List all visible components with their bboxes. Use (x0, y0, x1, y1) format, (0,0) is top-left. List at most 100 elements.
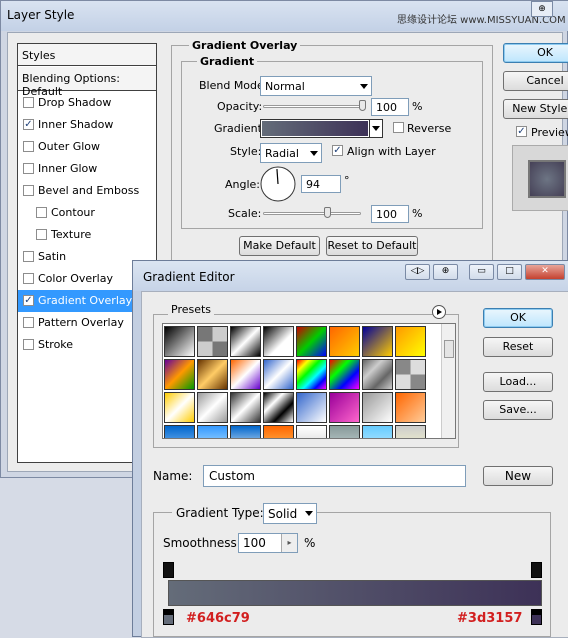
layer-style-titlebar[interactable]: Layer Style 思缘设计论坛 www.MISSYUAN.COM ⊕ (1, 1, 568, 31)
preset-swatch[interactable] (395, 392, 426, 423)
gradient-type-dropdown[interactable]: Solid (263, 503, 317, 524)
preset-swatch[interactable] (263, 425, 294, 438)
angle-input[interactable]: 94 (301, 175, 341, 193)
preset-swatch[interactable] (164, 425, 195, 438)
angle-dial[interactable] (259, 165, 297, 203)
opacity-slider-thumb[interactable] (359, 100, 366, 111)
style-item[interactable]: Inner Glow (18, 158, 156, 180)
smoothness-input[interactable]: 100 ▸ (238, 533, 298, 553)
style-item-checkbox[interactable] (23, 317, 34, 328)
cancel-button[interactable]: Cancel (503, 71, 568, 91)
scale-input[interactable]: 100 (371, 205, 409, 223)
ok-button[interactable]: OK (503, 43, 568, 63)
ge-save-button[interactable]: Save... (483, 400, 553, 420)
preset-swatch[interactable] (263, 326, 294, 357)
title-button[interactable]: ⊕ (433, 264, 458, 280)
preview-checkbox[interactable]: ✓ (516, 126, 527, 137)
preset-swatch[interactable] (197, 359, 228, 390)
preset-swatch[interactable] (395, 326, 426, 357)
blending-options-header[interactable]: Blending Options: Default (18, 67, 156, 98)
scroll-thumb[interactable] (444, 340, 454, 358)
opacity-input[interactable]: 100 (371, 98, 409, 116)
style-item-checkbox[interactable] (36, 207, 47, 218)
gradient-editor-titlebar[interactable]: Gradient Editor ◁▷ ⊕ ▭ □ ✕ (133, 261, 568, 291)
preset-swatch[interactable] (197, 326, 228, 357)
preset-swatch[interactable] (164, 326, 195, 357)
style-item-checkbox[interactable] (23, 141, 34, 152)
smoothness-arrow-icon[interactable]: ▸ (281, 534, 297, 552)
style-item[interactable]: Outer Glow (18, 136, 156, 158)
reset-to-default-button[interactable]: Reset to Default (326, 236, 418, 256)
preset-swatch[interactable] (230, 425, 261, 438)
preset-swatch[interactable] (329, 425, 360, 438)
chevron-down-icon (360, 84, 368, 89)
gradient-picker-dropdown[interactable] (369, 120, 382, 137)
gradient-picker[interactable] (260, 119, 383, 138)
preset-swatch[interactable] (197, 392, 228, 423)
opacity-slider[interactable] (263, 105, 365, 108)
presets-scrollbar[interactable] (441, 324, 455, 438)
preset-swatch[interactable] (296, 425, 327, 438)
ge-new-button[interactable]: New (483, 466, 553, 486)
preset-swatch[interactable] (296, 359, 327, 390)
scale-slider[interactable] (263, 212, 361, 215)
preset-swatch[interactable] (263, 392, 294, 423)
style-item[interactable]: Bevel and Emboss (18, 180, 156, 202)
preset-swatch[interactable] (395, 425, 426, 438)
styles-header[interactable]: Styles (18, 44, 156, 66)
ge-load-button[interactable]: Load... (483, 372, 553, 392)
preset-swatch[interactable] (296, 326, 327, 357)
preset-swatch[interactable] (362, 359, 393, 390)
style-item-checkbox[interactable] (23, 339, 34, 350)
preset-swatch[interactable] (362, 326, 393, 357)
style-item-checkbox[interactable]: ✓ (23, 119, 34, 130)
title-button[interactable]: ◁▷ (405, 264, 430, 280)
preset-swatch[interactable] (230, 326, 261, 357)
presets-menu-button[interactable] (432, 305, 446, 319)
opacity-stop-right[interactable] (531, 562, 542, 578)
style-item[interactable]: Drop Shadow (18, 92, 156, 114)
style-item-checkbox[interactable] (23, 251, 34, 262)
make-default-button[interactable]: Make Default (239, 236, 320, 256)
gradient-bar[interactable] (168, 580, 542, 606)
scale-slider-thumb[interactable] (324, 207, 332, 218)
opacity-stop-left[interactable] (163, 562, 174, 578)
preset-swatch[interactable] (197, 425, 228, 438)
style-item-checkbox[interactable] (23, 273, 34, 284)
preset-swatch[interactable] (164, 392, 195, 423)
style-item-checkbox[interactable] (23, 163, 34, 174)
style-item-checkbox[interactable] (23, 97, 34, 108)
style-item[interactable]: Contour (18, 202, 156, 224)
ge-ok-button[interactable]: OK (483, 308, 553, 328)
preset-swatch[interactable] (329, 326, 360, 357)
preset-swatch[interactable] (263, 359, 294, 390)
new-style-button[interactable]: New Style... (503, 99, 568, 119)
color-stop-right[interactable] (531, 609, 542, 625)
style-item[interactable]: ✓ Inner Shadow (18, 114, 156, 136)
style-item-checkbox[interactable]: ✓ (23, 295, 34, 306)
style-item[interactable]: Texture (18, 224, 156, 246)
style-item-checkbox[interactable] (36, 229, 47, 240)
preset-swatch[interactable] (329, 359, 360, 390)
preset-swatch[interactable] (329, 392, 360, 423)
title-button[interactable]: □ (497, 264, 522, 280)
blend-mode-dropdown[interactable]: Normal (260, 76, 372, 96)
preset-swatch[interactable] (296, 392, 327, 423)
preset-swatch[interactable] (164, 359, 195, 390)
ge-reset-button[interactable]: Reset (483, 337, 553, 357)
corner-icon-button[interactable]: ⊕ (531, 1, 553, 17)
preset-swatch[interactable] (395, 359, 426, 390)
align-with-layer-checkbox[interactable]: ✓ (332, 145, 343, 156)
preset-swatch[interactable] (362, 425, 393, 438)
preset-swatch[interactable] (230, 392, 261, 423)
preset-swatch[interactable] (362, 392, 393, 423)
title-button[interactable]: ✕ (525, 264, 565, 280)
color-stop-left[interactable] (163, 609, 174, 625)
title-button[interactable]: ▭ (469, 264, 494, 280)
reverse-checkbox[interactable] (393, 122, 404, 133)
gradient-preview-swatch[interactable] (262, 121, 368, 136)
preset-swatch[interactable] (230, 359, 261, 390)
name-input[interactable]: Custom (203, 465, 466, 487)
style-dropdown[interactable]: Radial (260, 143, 322, 163)
style-item-checkbox[interactable] (23, 185, 34, 196)
